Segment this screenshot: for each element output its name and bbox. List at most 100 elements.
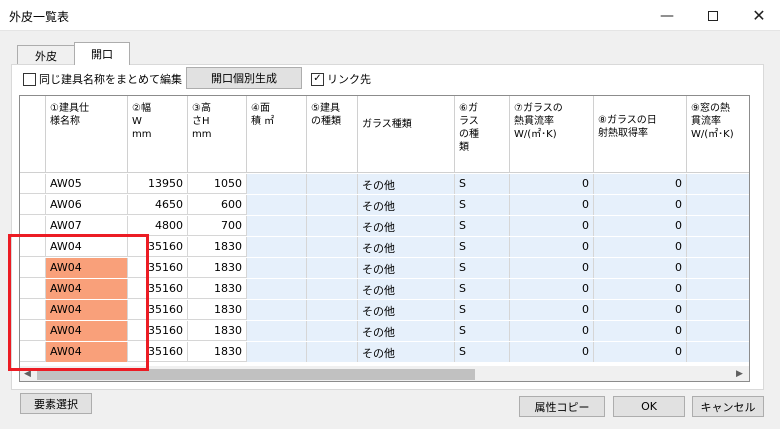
window-u-value-cell[interactable] (687, 195, 749, 215)
area-cell[interactable] (247, 342, 307, 362)
name-cell[interactable]: AW05 (46, 174, 128, 194)
area-cell[interactable] (247, 237, 307, 257)
solar-gain-cell[interactable]: 0 (594, 300, 687, 320)
fitting-type-cell[interactable] (307, 216, 358, 236)
fitting-type-cell[interactable] (307, 237, 358, 257)
area-cell[interactable] (247, 195, 307, 215)
glass-kind-cell[interactable]: S (455, 237, 510, 257)
glass-u-value-cell[interactable]: 0 (510, 321, 594, 341)
width-cell[interactable]: 4800 (128, 216, 188, 236)
tab-kaikou[interactable]: 開口 (74, 42, 130, 65)
height-cell[interactable]: 1050 (188, 174, 247, 194)
height-cell[interactable]: 1830 (188, 279, 247, 299)
height-cell[interactable]: 1830 (188, 237, 247, 257)
solar-gain-cell[interactable]: 0 (594, 321, 687, 341)
height-cell[interactable]: 600 (188, 195, 247, 215)
ok-button[interactable]: OK (613, 396, 685, 417)
glass-u-value-cell[interactable]: 0 (510, 174, 594, 194)
table-row[interactable]: AW05 13950 1050 その他 S 0 0 (20, 174, 749, 194)
column-header[interactable]: ガラス種類 (358, 96, 455, 173)
glass-kind-cell[interactable]: S (455, 321, 510, 341)
select-element-button[interactable]: 要素選択 (20, 393, 92, 414)
copy-attributes-button[interactable]: 属性コピー (519, 396, 605, 417)
glass-u-value-cell[interactable]: 0 (510, 216, 594, 236)
cancel-button[interactable]: キャンセル (692, 396, 764, 417)
name-cell[interactable]: AW06 (46, 195, 128, 215)
glass-kind-cell[interactable]: S (455, 279, 510, 299)
column-header[interactable]: ⑤建具 の種類 (307, 96, 358, 173)
glass-kind-cell[interactable]: S (455, 300, 510, 320)
glass-u-value-cell[interactable]: 0 (510, 342, 594, 362)
glass-type-cell[interactable]: その他 (358, 216, 455, 236)
glass-kind-cell[interactable]: S (455, 258, 510, 278)
fitting-type-cell[interactable] (307, 300, 358, 320)
area-cell[interactable] (247, 300, 307, 320)
fitting-type-cell[interactable] (307, 195, 358, 215)
glass-u-value-cell[interactable]: 0 (510, 237, 594, 257)
glass-type-cell[interactable]: その他 (358, 279, 455, 299)
glass-type-cell[interactable]: その他 (358, 321, 455, 341)
solar-gain-cell[interactable]: 0 (594, 279, 687, 299)
tab-gaihi[interactable]: 外皮 (17, 45, 75, 65)
glass-u-value-cell[interactable]: 0 (510, 279, 594, 299)
table-row[interactable]: AW06 4650 600 その他 S 0 0 (20, 195, 749, 215)
height-cell[interactable]: 700 (188, 216, 247, 236)
fitting-type-cell[interactable] (307, 279, 358, 299)
window-u-value-cell[interactable] (687, 279, 749, 299)
column-header[interactable]: ⑦ガラスの 熱貫流率 W/(㎡･K) (510, 96, 594, 173)
glass-kind-cell[interactable]: S (455, 216, 510, 236)
solar-gain-cell[interactable]: 0 (594, 195, 687, 215)
solar-gain-cell[interactable]: 0 (594, 216, 687, 236)
height-cell[interactable]: 1830 (188, 258, 247, 278)
column-header[interactable]: ⑥ガ ラス の種 類 (455, 96, 510, 173)
area-cell[interactable] (247, 258, 307, 278)
glass-type-cell[interactable]: その他 (358, 258, 455, 278)
glass-kind-cell[interactable]: S (455, 174, 510, 194)
glass-u-value-cell[interactable]: 0 (510, 195, 594, 215)
window-u-value-cell[interactable] (687, 342, 749, 362)
glass-type-cell[interactable]: その他 (358, 195, 455, 215)
generate-openings-button[interactable]: 開口個別生成 (186, 67, 302, 89)
scroll-right-icon[interactable]: ▶ (736, 369, 743, 379)
glass-u-value-cell[interactable]: 0 (510, 258, 594, 278)
fitting-type-cell[interactable] (307, 342, 358, 362)
height-cell[interactable]: 1830 (188, 321, 247, 341)
table-row[interactable]: AW07 4800 700 その他 S 0 0 (20, 216, 749, 236)
solar-gain-cell[interactable]: 0 (594, 174, 687, 194)
maximize-button[interactable] (690, 0, 736, 31)
window-u-value-cell[interactable] (687, 258, 749, 278)
height-cell[interactable]: 1830 (188, 300, 247, 320)
fitting-type-cell[interactable] (307, 258, 358, 278)
window-u-value-cell[interactable] (687, 174, 749, 194)
column-header[interactable]: ③高 さH mm (188, 96, 247, 173)
width-cell[interactable]: 4650 (128, 195, 188, 215)
fitting-type-cell[interactable] (307, 321, 358, 341)
window-u-value-cell[interactable] (687, 321, 749, 341)
solar-gain-cell[interactable]: 0 (594, 342, 687, 362)
window-u-value-cell[interactable] (687, 300, 749, 320)
column-header[interactable]: ②幅 W mm (128, 96, 188, 173)
glass-type-cell[interactable]: その他 (358, 342, 455, 362)
same-name-edit-checkbox[interactable]: 同じ建具名称をまとめて編集 (23, 71, 182, 87)
width-cell[interactable]: 13950 (128, 174, 188, 194)
window-u-value-cell[interactable] (687, 216, 749, 236)
solar-gain-cell[interactable]: 0 (594, 237, 687, 257)
fitting-type-cell[interactable] (307, 174, 358, 194)
solar-gain-cell[interactable]: 0 (594, 258, 687, 278)
glass-kind-cell[interactable]: S (455, 342, 510, 362)
column-header[interactable]: ④面 積 ㎡ (247, 96, 307, 173)
area-cell[interactable] (247, 216, 307, 236)
link-checkbox[interactable]: ✓ リンク先 (311, 71, 371, 87)
glass-type-cell[interactable]: その他 (358, 237, 455, 257)
area-cell[interactable] (247, 321, 307, 341)
height-cell[interactable]: 1830 (188, 342, 247, 362)
glass-u-value-cell[interactable]: 0 (510, 300, 594, 320)
glass-type-cell[interactable]: その他 (358, 300, 455, 320)
name-cell[interactable]: AW07 (46, 216, 128, 236)
column-header[interactable]: ⑨窓の熱 貫流率 W/(㎡･K) (687, 96, 749, 173)
glass-type-cell[interactable]: その他 (358, 174, 455, 194)
close-button[interactable]: ✕ (736, 0, 780, 31)
vertical-scrollbar[interactable]: ▲ ▼ (749, 96, 750, 366)
column-header[interactable]: ①建具仕 様名称 (46, 96, 128, 173)
minimize-button[interactable]: — (644, 0, 690, 31)
